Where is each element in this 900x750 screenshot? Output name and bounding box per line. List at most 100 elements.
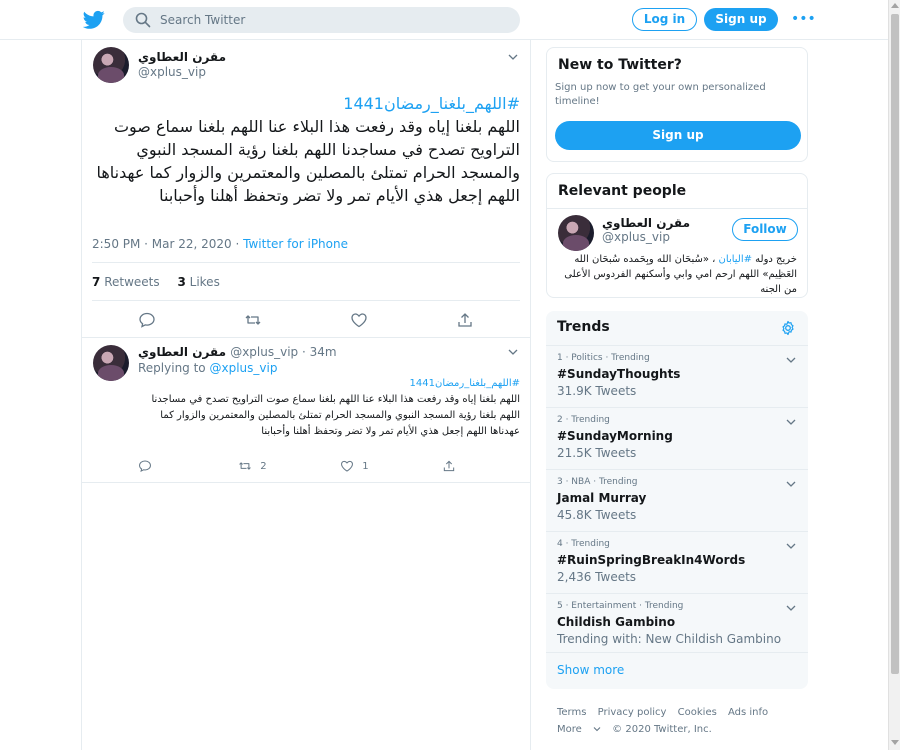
reply-retweet-button[interactable]: 2 — [238, 459, 267, 473]
trend-count: 31.9K Tweets — [557, 384, 637, 398]
share-icon — [443, 460, 455, 472]
avatar[interactable] — [558, 215, 594, 251]
trend-name[interactable]: Childish Gambino — [557, 615, 675, 629]
reply-author-name[interactable]: مقرن العطاوي — [138, 345, 230, 359]
trend-item[interactable]: 4 · Trending #RuinSpringBreakIn4Words 2,… — [546, 531, 808, 593]
new-to-twitter-subtitle: Sign up now to get your own personalized… — [555, 82, 766, 107]
reply-icon — [139, 460, 151, 472]
bio-prefix: خريج دوله — [752, 254, 797, 265]
bio-hashtag-link[interactable]: #اليابان — [719, 254, 752, 265]
tweet-text: #اللهم_بلغنا_رمضان1441 اللهم بلغنا إياه … — [92, 92, 520, 207]
trend-item[interactable]: 2 · Trending #SundayMorning 21.5K Tweets — [546, 407, 808, 469]
trend-name[interactable]: Jamal Murray — [557, 491, 646, 505]
footer-more-link[interactable]: More — [557, 724, 601, 735]
reply-header: مقرن العطاوي @xplus_vip · 34m — [138, 345, 337, 359]
avatar[interactable] — [93, 345, 129, 381]
relevant-person-bio: خريج دوله #اليابان ، «سُبحَان الله وبِحَ… — [557, 252, 797, 297]
twitter-bird-icon[interactable] — [83, 10, 105, 30]
heart-icon — [341, 460, 353, 472]
sidebar-signup-button[interactable]: Sign up — [555, 121, 801, 150]
relevant-people-card: Relevant people مقرن العطاوي @xplus_vip … — [546, 173, 808, 298]
reply-retweet-count: 2 — [260, 461, 267, 472]
reply-share-button[interactable] — [442, 459, 456, 473]
more-options-icon[interactable]: ••• — [791, 12, 816, 26]
trend-name[interactable]: #SundayMorning — [557, 429, 673, 443]
footer-copyright: © 2020 Twitter, Inc. — [612, 724, 712, 735]
replying-to-link[interactable]: @xplus_vip — [209, 361, 277, 375]
trend-context: 2 · Trending — [557, 415, 610, 425]
tweet-hashtag[interactable]: #اللهم_بلغنا_رمضان1441 — [92, 92, 520, 115]
footer-more-label: More — [557, 724, 582, 735]
reply-reply-button[interactable] — [138, 459, 152, 473]
tweet-timestamp: 2:50 PM · Mar 22, 2020 · — [92, 237, 244, 251]
trends-card: Trends 1 · Politics · Trending #SundayTh… — [546, 311, 808, 689]
chevron-down-icon[interactable] — [786, 356, 796, 364]
main-column: مقرن العطاوي @xplus_vip #اللهم_بلغنا_رمض… — [81, 40, 531, 750]
reply-hashtag[interactable]: #اللهم_بلغنا_رمضان1441 — [138, 376, 520, 392]
chevron-down-icon[interactable] — [508, 52, 518, 62]
new-to-twitter-title: New to Twitter? — [558, 57, 682, 73]
trend-item[interactable]: 1 · Politics · Trending #SundayThoughts … — [546, 345, 808, 407]
replying-to: Replying to @xplus_vip — [138, 361, 277, 375]
retweet-icon — [239, 462, 251, 470]
retweet-icon — [245, 315, 261, 325]
search-icon — [135, 12, 151, 28]
tweet-author-handle[interactable]: @xplus_vip — [138, 65, 206, 79]
gear-icon[interactable] — [780, 320, 796, 336]
retweets-count: 7 — [92, 275, 101, 289]
chevron-down-icon[interactable] — [786, 604, 796, 612]
trend-item[interactable]: 5 · Entertainment · Trending Childish Ga… — [546, 593, 808, 655]
scrollbar[interactable] — [888, 0, 900, 750]
footer-ads-link[interactable]: Ads info — [728, 707, 768, 718]
trend-item[interactable]: 3 · NBA · Trending Jamal Murray 45.8K Tw… — [546, 469, 808, 531]
chevron-down-icon[interactable] — [508, 347, 518, 357]
login-button[interactable]: Log in — [632, 8, 697, 31]
retweets-stat[interactable]: 7 Retweets — [92, 275, 160, 289]
tweet-stats: 7 Retweets 3 Likes — [92, 275, 220, 289]
scrollbar-thumb[interactable] — [891, 14, 899, 674]
divider — [547, 208, 807, 209]
retweets-label: Retweets — [104, 275, 160, 289]
replying-prefix: Replying to — [138, 361, 210, 375]
tweet-author-name[interactable]: مقرن العطاوي — [138, 50, 226, 64]
trend-count: Trending with: New Childish Gambino — [557, 632, 782, 646]
avatar[interactable] — [93, 47, 129, 83]
search-input[interactable] — [160, 7, 500, 33]
footer-privacy-link[interactable]: Privacy policy — [598, 707, 667, 718]
signup-button[interactable]: Sign up — [704, 8, 778, 31]
scroll-down-arrow-icon[interactable] — [891, 740, 899, 745]
reply-button[interactable] — [138, 311, 156, 329]
search-box[interactable] — [123, 7, 520, 33]
reply-handle-time[interactable]: @xplus_vip · 34m — [230, 345, 336, 359]
trend-count: 45.8K Tweets — [557, 508, 637, 522]
likes-label: Likes — [189, 275, 220, 289]
like-button[interactable] — [350, 311, 368, 329]
relevant-person-name[interactable]: مقرن العطاوي — [602, 216, 690, 230]
tweet-source-link[interactable]: Twitter for iPhone — [243, 237, 348, 251]
share-button[interactable] — [456, 311, 474, 329]
chevron-down-icon[interactable] — [786, 480, 796, 488]
footer-terms-link[interactable]: Terms — [557, 707, 586, 718]
chevron-down-icon[interactable] — [786, 542, 796, 550]
divider — [546, 652, 808, 653]
chevron-down-icon[interactable] — [786, 418, 796, 426]
follow-button[interactable]: Follow — [732, 218, 798, 241]
footer-cookies-link[interactable]: Cookies — [678, 707, 717, 718]
share-icon — [458, 313, 472, 327]
scroll-up-arrow-icon[interactable] — [891, 3, 899, 8]
reply-like-button[interactable]: 1 — [340, 459, 369, 473]
divider — [82, 337, 530, 338]
likes-count: 3 — [177, 275, 186, 289]
reply-text: #اللهم_بلغنا_رمضان1441 اللهم بلغنا إياه … — [138, 376, 520, 440]
show-more-link[interactable]: Show more — [557, 663, 624, 677]
likes-stat[interactable]: 3 Likes — [177, 275, 219, 289]
trend-name[interactable]: #SundayThoughts — [557, 367, 680, 381]
retweet-button[interactable] — [244, 311, 262, 329]
tweet-body: اللهم بلغنا إياه وقد رفعت هذا البلاء عنا… — [96, 117, 520, 205]
new-to-twitter-card: New to Twitter? Sign up now to get your … — [546, 47, 808, 162]
top-bar: Log in Sign up ••• — [0, 0, 888, 40]
trend-context: 4 · Trending — [557, 539, 610, 549]
reply-like-count: 1 — [362, 461, 369, 472]
relevant-person-handle[interactable]: @xplus_vip — [602, 230, 670, 244]
trend-name[interactable]: #RuinSpringBreakIn4Words — [557, 553, 745, 567]
